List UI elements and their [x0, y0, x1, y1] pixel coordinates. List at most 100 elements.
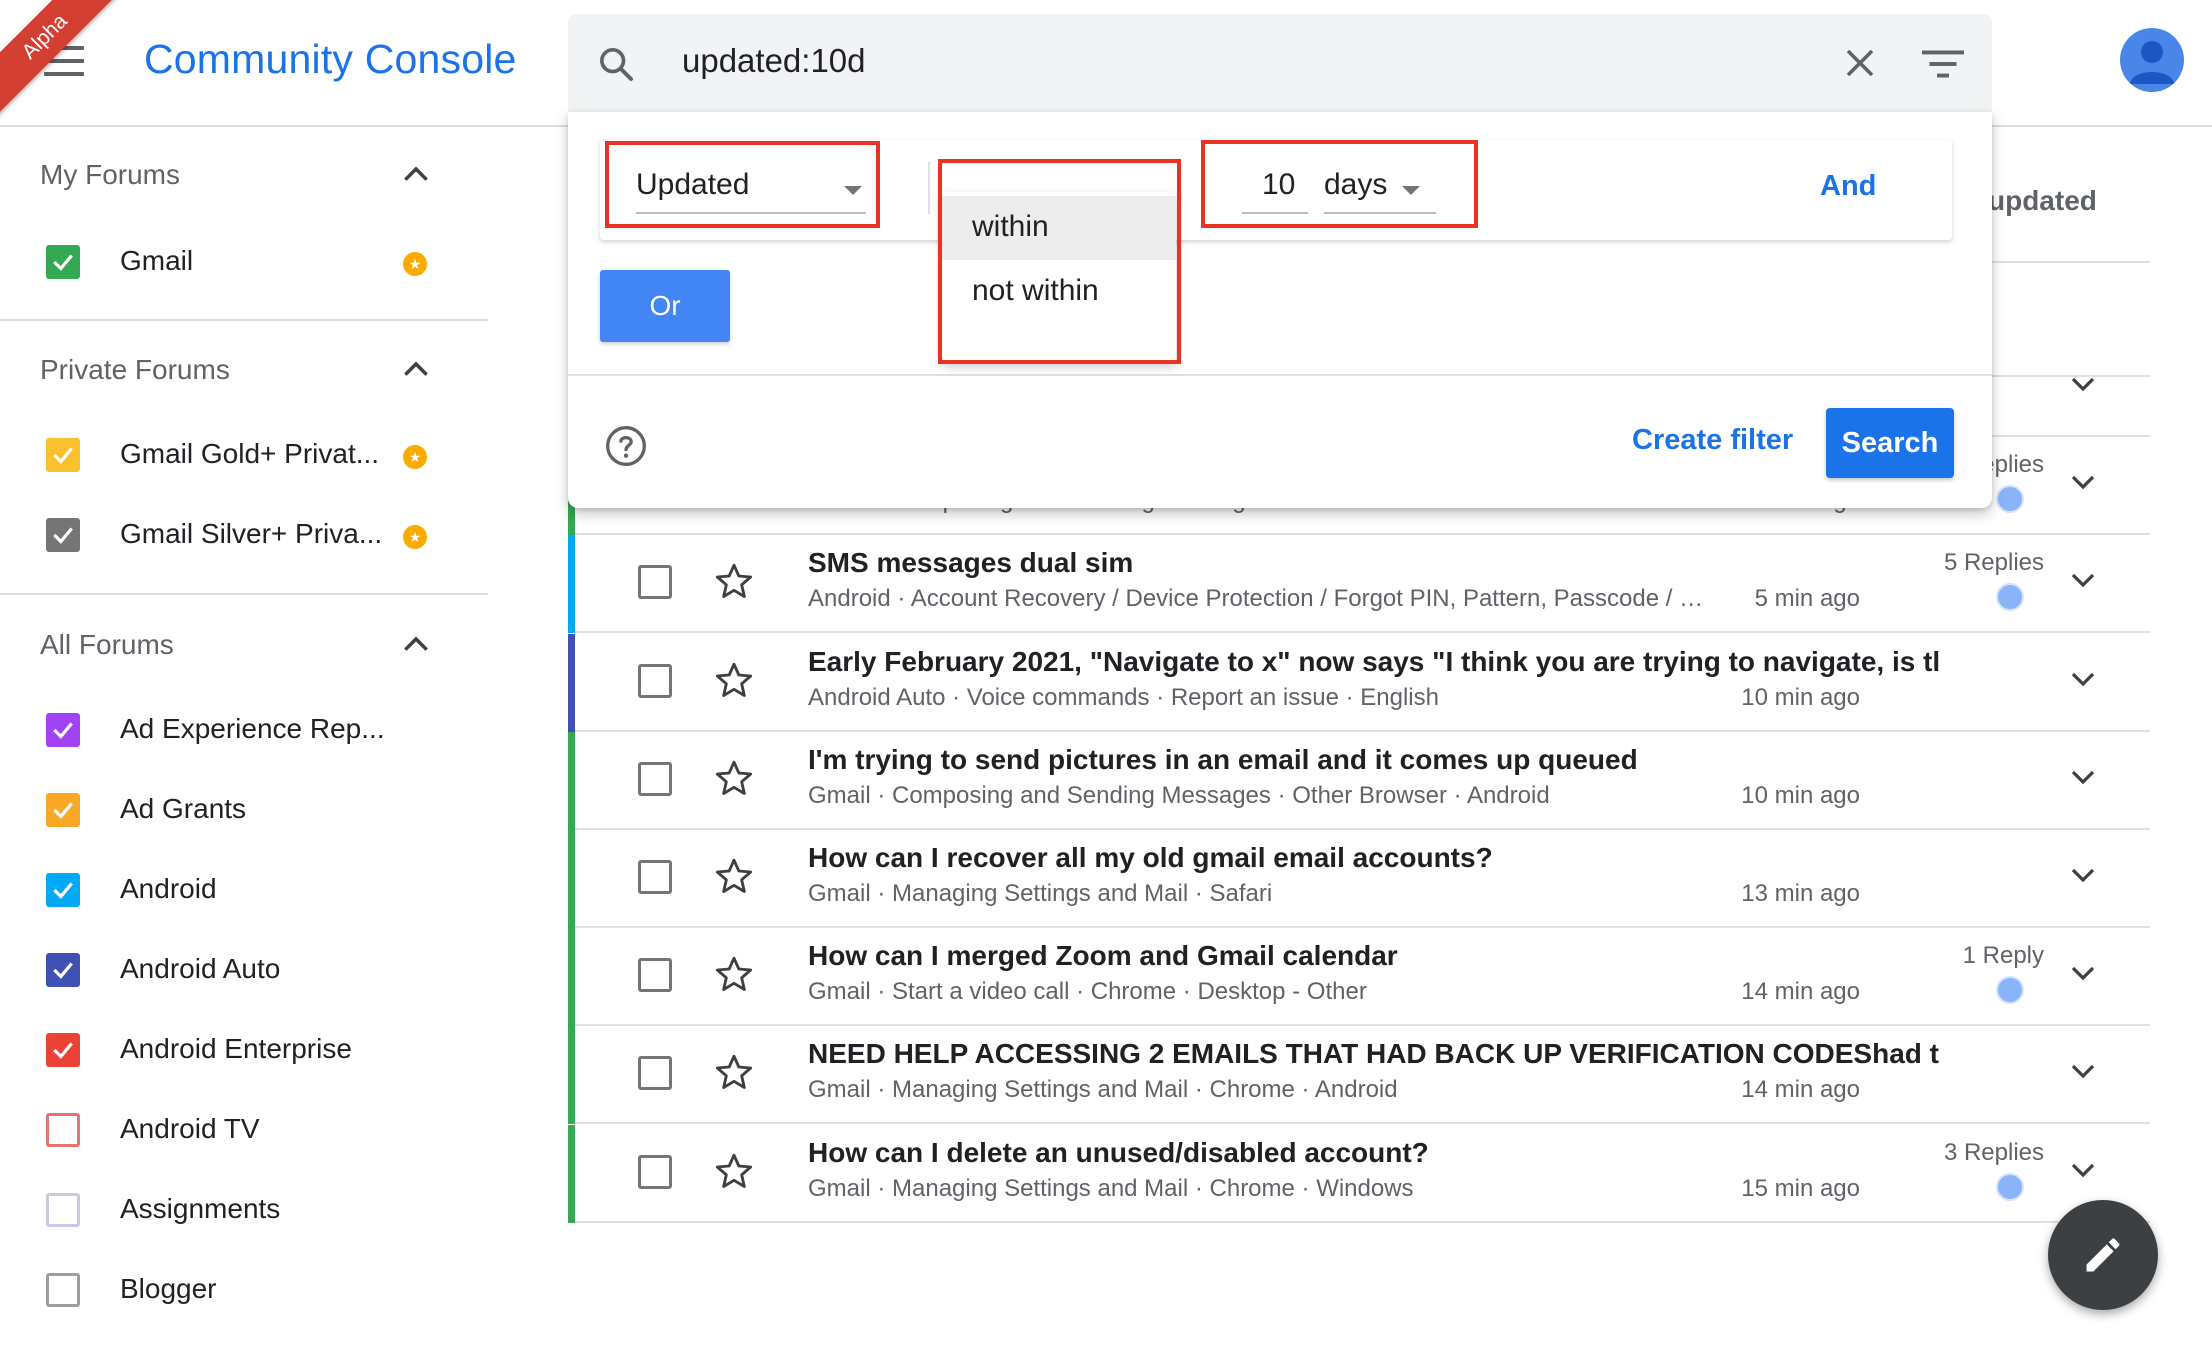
checkbox-unchecked-icon[interactable] [46, 1273, 80, 1307]
sidebar-item-gmail-gold[interactable]: Gmail Gold+ Privat... ★ [0, 420, 490, 490]
thread-subject[interactable]: How can I merged Zoom and Gmail calendar [808, 940, 2090, 972]
gold-star-icon: ★ [403, 445, 427, 469]
thread-row[interactable]: How can I delete an unused/disabled acco… [568, 1124, 2150, 1223]
account-avatar[interactable] [2120, 28, 2184, 92]
chevron-up-icon[interactable] [400, 161, 432, 185]
forum-label: Android TV [120, 1113, 260, 1144]
or-button[interactable]: Or [600, 270, 730, 342]
thread-time: 13 min ago [1741, 880, 1860, 907]
gold-star-icon: ★ [403, 525, 427, 549]
forum-color-stripe [568, 633, 575, 732]
checkbox-checked-icon[interactable] [46, 793, 80, 827]
app-title[interactable]: Community Console [144, 36, 517, 83]
sidebar-item-android[interactable]: Android [0, 855, 490, 925]
section-my-forums[interactable]: My Forums [0, 137, 490, 211]
row-checkbox[interactable] [638, 1056, 672, 1091]
thread-row[interactable]: Early February 2021, "Navigate to x" now… [568, 633, 2150, 732]
sidebar-item-assignments[interactable]: Assignments [0, 1175, 490, 1245]
checkbox-checked-icon[interactable] [46, 438, 80, 472]
column-header-updated[interactable]: updated [1988, 185, 2097, 217]
chevron-down-icon[interactable] [2068, 569, 2098, 591]
sidebar-item-gmail-silver[interactable]: Gmail Silver+ Priva... ★ [0, 500, 490, 570]
chevron-down-icon[interactable] [2068, 1159, 2098, 1181]
thread-row[interactable]: I'm trying to send pictures in an email … [568, 731, 2150, 830]
sidebar-item-android-tv[interactable]: Android TV [0, 1095, 490, 1165]
replier-badge-icon [1996, 976, 2024, 1005]
row-checkbox[interactable] [638, 663, 672, 698]
chevron-down-icon[interactable] [2068, 962, 2098, 984]
chevron-down-icon[interactable] [2068, 1060, 2098, 1082]
close-icon[interactable] [1842, 45, 1878, 81]
thread-row[interactable]: How can I recover all my old gmail email… [568, 830, 2150, 928]
checkbox-checked-icon[interactable] [46, 245, 80, 279]
thread-row[interactable]: NEED HELP ACCESSING 2 EMAILS THAT HAD BA… [568, 1026, 2150, 1125]
chevron-up-icon[interactable] [400, 356, 432, 380]
row-checkbox[interactable] [638, 761, 672, 796]
section-all-forums[interactable]: All Forums [0, 607, 490, 681]
checkbox-checked-icon[interactable] [46, 518, 80, 552]
star-outline-icon[interactable] [714, 561, 754, 601]
thread-subject[interactable]: How can I recover all my old gmail email… [808, 842, 2090, 874]
thread-time: 14 min ago [1741, 978, 1860, 1006]
create-filter-button[interactable]: Create filter [1632, 424, 1793, 457]
thread-subject[interactable]: NEED HELP ACCESSING 2 EMAILS THAT HAD BA… [808, 1038, 2090, 1070]
number-input-value: 10 [1262, 168, 1296, 201]
filter-list-icon[interactable] [1922, 48, 1964, 80]
compose-fab-button[interactable] [2048, 1200, 2158, 1310]
star-outline-icon[interactable] [714, 660, 754, 700]
thread-subject[interactable]: I'm trying to send pictures in an email … [808, 744, 2090, 776]
chevron-down-icon[interactable] [2068, 471, 2098, 493]
checkbox-unchecked-icon[interactable] [46, 1193, 80, 1227]
thread-time: 10 min ago [1741, 683, 1860, 711]
search-button[interactable]: Search [1826, 408, 1954, 478]
unit-select-value: days [1324, 168, 1388, 201]
thread-subject[interactable]: How can I delete an unused/disabled acco… [808, 1137, 2090, 1169]
checkbox-unchecked-icon[interactable] [46, 1113, 80, 1147]
sidebar-item-ad-experience[interactable]: Ad Experience Rep... [0, 695, 490, 765]
forum-label: Assignments [120, 1193, 281, 1224]
thread-row[interactable]: How can I merged Zoom and Gmail calendar… [568, 928, 2150, 1027]
chevron-down-icon[interactable] [2068, 864, 2098, 886]
row-checkbox[interactable] [638, 565, 672, 600]
forum-label: Android Auto [120, 953, 281, 984]
sidebar-item-android-auto[interactable]: Android Auto [0, 935, 490, 1005]
forum-label: Gmail [120, 245, 194, 276]
search-bar[interactable]: updated:10d [568, 14, 1992, 112]
menu-item-not-within[interactable]: not within [942, 260, 1176, 324]
checkbox-checked-icon[interactable] [46, 953, 80, 987]
menu-item-within[interactable]: within [942, 196, 1176, 260]
thread-meta: Gmail · Managing Settings and Mail · Chr… [808, 1076, 1398, 1104]
chevron-down-icon[interactable] [2068, 373, 2098, 395]
sidebar-item-android-enterprise[interactable]: Android Enterprise [0, 1015, 490, 1085]
star-outline-icon[interactable] [714, 758, 754, 798]
chevron-down-icon[interactable] [2068, 766, 2098, 788]
search-icon[interactable] [596, 44, 636, 84]
unit-select[interactable]: days [1324, 162, 1436, 214]
star-outline-icon[interactable] [714, 856, 754, 896]
row-checkbox[interactable] [638, 860, 672, 894]
and-button[interactable]: And [1820, 170, 1876, 203]
thread-subject[interactable]: SMS messages dual sim [808, 547, 2090, 579]
star-outline-icon[interactable] [714, 1052, 754, 1092]
row-checkbox[interactable] [638, 958, 672, 993]
field-select[interactable]: Updated [636, 162, 866, 214]
chevron-up-icon[interactable] [400, 631, 432, 655]
number-input[interactable]: 10 [1242, 162, 1308, 214]
help-icon[interactable] [604, 424, 648, 468]
star-outline-icon[interactable] [714, 954, 754, 994]
replier-badge-icon [1996, 485, 2024, 514]
sidebar-item-gmail[interactable]: Gmail ★ [0, 227, 490, 297]
checkbox-checked-icon[interactable] [46, 713, 80, 747]
row-checkbox[interactable] [638, 1154, 672, 1189]
sidebar-item-blogger[interactable]: Blogger [0, 1255, 490, 1325]
chevron-down-icon[interactable] [2068, 668, 2098, 690]
star-outline-icon[interactable] [714, 1151, 754, 1191]
section-private-forums[interactable]: Private Forums [0, 332, 490, 406]
search-input[interactable]: updated:10d [682, 42, 866, 80]
menu-item-label: not within [972, 274, 1099, 307]
checkbox-checked-icon[interactable] [46, 873, 80, 907]
thread-subject[interactable]: Early February 2021, "Navigate to x" now… [808, 646, 2090, 678]
checkbox-checked-icon[interactable] [46, 1033, 80, 1067]
thread-row[interactable]: SMS messages dual sim Android · Account R… [568, 535, 2150, 634]
sidebar-item-ad-grants[interactable]: Ad Grants [0, 775, 490, 845]
